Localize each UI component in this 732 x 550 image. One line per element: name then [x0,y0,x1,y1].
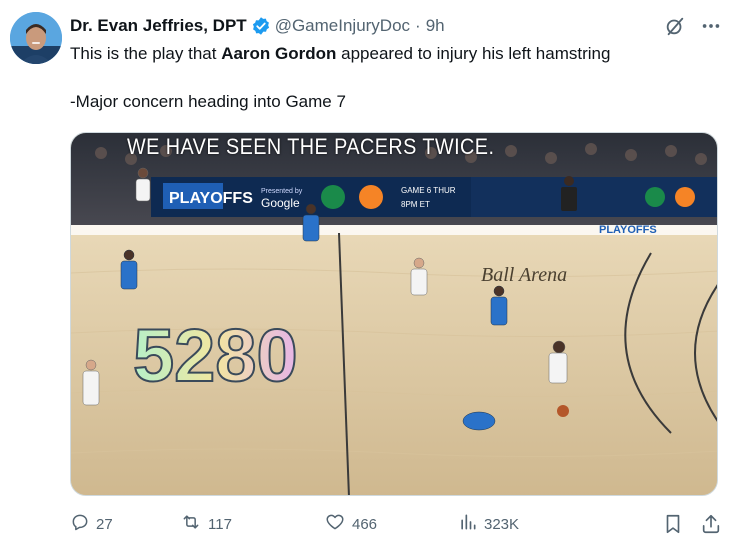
views-button[interactable]: 323K [458,512,608,536]
share-icon[interactable] [700,513,722,535]
banner-presented: Presented by [261,188,303,195]
separator-dot: · [415,16,421,35]
views-count: 323K [484,515,520,533]
tweet-text-part: appeared to injury his left hamstring [336,44,611,63]
repost-count: 117 [208,515,232,533]
timestamp[interactable]: 9h [426,16,445,36]
court-number: 5280 [133,314,298,397]
tweet-line-1: This is the play that Aaron Gordon appea… [70,42,718,66]
banner-score: GAME 6 THUR [401,186,456,195]
repost-button[interactable]: 117 [180,512,324,536]
more-icon[interactable] [700,15,722,37]
reply-count: 27 [96,515,113,533]
avatar[interactable] [10,12,62,64]
author-name[interactable]: Dr. Evan Jeffries, DPT [70,16,247,36]
like-count: 466 [352,515,378,533]
reply-icon [70,512,90,536]
author-handle[interactable]: @GameInjuryDoc [275,16,410,36]
action-bar: 27 117 466 323K [70,510,722,538]
tweet-text-part: This is the play that [70,44,222,63]
grok-icon[interactable] [664,15,686,37]
tweet-header: Dr. Evan Jeffries, DPT @GameInjuryDoc · … [70,14,722,38]
views-icon [458,512,478,536]
arena-logo-text: Ball Arena [481,264,567,286]
banner-score-time: 8PM ET [401,200,430,209]
banner-playoffs-left: PLAYOFFS [169,190,253,207]
action-bar-right [662,513,722,535]
tweet-video[interactable]: PLAYOFFS Presented by Google GAME 6 THUR… [70,132,718,496]
video-frame: PLAYOFFS Presented by Google GAME 6 THUR… [71,133,717,495]
banner-brand: Google [261,196,300,210]
bookmark-icon[interactable] [662,513,684,535]
verified-badge-icon [251,16,271,36]
tweet-line-2: -Major concern heading into Game 7 [70,92,346,111]
like-button[interactable]: 466 [324,512,458,536]
mentioned-player: Aaron Gordon [221,44,337,63]
tweet-text: This is the play that Aaron Gordon appea… [70,42,718,114]
repost-icon [180,512,202,536]
banner-playoffs-right: PLAYOFFS [599,224,657,236]
reply-button[interactable]: 27 [70,512,180,536]
heart-icon [324,512,346,536]
video-caption: WE HAVE SEEN THE PACERS TWICE. [127,134,495,159]
